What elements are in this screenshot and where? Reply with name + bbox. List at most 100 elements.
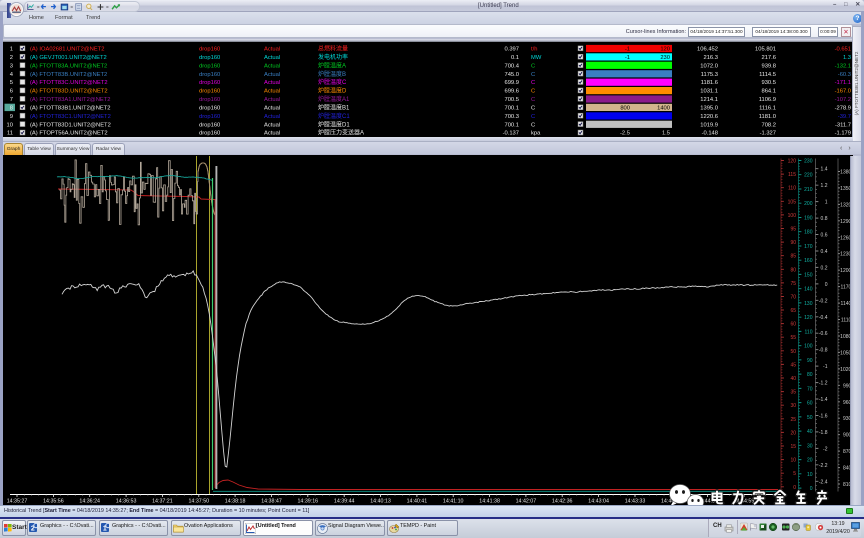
svg-text:drop160: drop160 xyxy=(199,105,220,111)
svg-text:1116.1: 1116.1 xyxy=(759,105,776,111)
svg-text:1: 1 xyxy=(10,47,13,53)
svg-text:105.801: 105.801 xyxy=(755,47,776,53)
svg-text:80: 80 xyxy=(790,267,796,273)
svg-text:C: C xyxy=(531,72,535,78)
svg-text:700.1: 700.1 xyxy=(504,122,519,128)
svg-text:0.4: 0.4 xyxy=(821,249,828,255)
svg-text:drop160: drop160 xyxy=(199,47,220,53)
svg-text:14:43:04: 14:43:04 xyxy=(588,499,609,505)
svg-text:4: 4 xyxy=(10,72,14,78)
svg-text:110: 110 xyxy=(805,329,813,335)
svg-text:100: 100 xyxy=(788,213,797,219)
svg-text:Actual: Actual xyxy=(264,72,280,78)
svg-text:-1.2: -1.2 xyxy=(819,381,828,387)
svg-text:10: 10 xyxy=(790,458,796,464)
svg-text:C: C xyxy=(531,80,535,86)
svg-text:-132.1: -132.1 xyxy=(835,63,851,69)
svg-text:C: C xyxy=(531,63,535,69)
svg-text:drop160: drop160 xyxy=(199,72,220,78)
svg-text:drop160: drop160 xyxy=(199,80,220,86)
svg-text:210: 210 xyxy=(804,187,813,193)
svg-text:发电机功率: 发电机功率 xyxy=(318,53,348,61)
svg-text:t/h: t/h xyxy=(531,47,537,53)
svg-text:Actual: Actual xyxy=(264,114,280,120)
svg-text:105: 105 xyxy=(788,199,797,205)
svg-text:(A) FTOTT83A1.UNIT2@NET2: (A) FTOTT83A1.UNIT2@NET2 xyxy=(30,97,111,103)
svg-text:170: 170 xyxy=(804,244,813,250)
svg-text:炉膛温度C: 炉膛温度C xyxy=(318,78,347,86)
svg-text:745.0: 745.0 xyxy=(504,72,519,78)
svg-text:(A) FTOTT83A.UNIT2@NET2: (A) FTOTT83A.UNIT2@NET2 xyxy=(30,63,107,69)
svg-text:10: 10 xyxy=(7,122,13,128)
svg-text:drop160: drop160 xyxy=(199,55,220,61)
svg-text:drop160: drop160 xyxy=(199,122,220,128)
svg-text:drop160: drop160 xyxy=(199,114,220,120)
svg-text:-2.4: -2.4 xyxy=(819,479,828,485)
svg-text:14:39:16: 14:39:16 xyxy=(297,499,318,505)
svg-text:110: 110 xyxy=(788,186,796,192)
svg-text:60: 60 xyxy=(807,401,813,407)
svg-text:20: 20 xyxy=(790,430,796,436)
svg-text:Actual: Actual xyxy=(264,122,280,128)
svg-text:C: C xyxy=(531,97,535,103)
svg-text:-1: -1 xyxy=(625,47,630,53)
svg-text:1031.1: 1031.1 xyxy=(700,89,718,95)
svg-text:2: 2 xyxy=(10,55,13,61)
svg-text:总燃料流量: 总燃料流量 xyxy=(318,45,348,53)
svg-text:55: 55 xyxy=(790,335,796,341)
svg-text:14:38:18: 14:38:18 xyxy=(225,499,246,505)
svg-text:C: C xyxy=(531,105,535,111)
svg-text:20: 20 xyxy=(807,458,813,464)
svg-text:7: 7 xyxy=(10,97,13,103)
svg-text:-0.8: -0.8 xyxy=(819,348,828,354)
svg-text:700.3: 700.3 xyxy=(504,114,519,120)
svg-text:864.1: 864.1 xyxy=(761,89,776,95)
svg-text:1106.9: 1106.9 xyxy=(759,97,776,103)
svg-text:90: 90 xyxy=(807,358,813,364)
svg-text:1.2: 1.2 xyxy=(821,183,828,189)
svg-text:217.6: 217.6 xyxy=(761,55,776,61)
svg-text:200: 200 xyxy=(804,201,813,207)
svg-text:30: 30 xyxy=(790,403,796,409)
svg-text:14:36:53: 14:36:53 xyxy=(116,499,137,505)
svg-text:106.452: 106.452 xyxy=(697,47,718,53)
svg-text:(A) FTOTT83B.UNIT2@NET2: (A) FTOTT83B.UNIT2@NET2 xyxy=(30,72,107,78)
svg-text:14:43:33: 14:43:33 xyxy=(625,499,646,505)
svg-text:14:40:41: 14:40:41 xyxy=(407,499,428,505)
svg-text:-107.2: -107.2 xyxy=(835,97,851,103)
svg-text:3: 3 xyxy=(10,63,13,69)
svg-text:150: 150 xyxy=(804,272,813,278)
svg-text:C: C xyxy=(531,122,535,128)
svg-text:-0.6: -0.6 xyxy=(819,331,828,337)
svg-text:130: 130 xyxy=(804,301,813,307)
svg-text:939.8: 939.8 xyxy=(761,63,776,69)
svg-text:35: 35 xyxy=(790,390,796,396)
svg-text:Actual: Actual xyxy=(264,55,280,61)
svg-text:(A) FTOTT83C1.UNIT2@NET2: (A) FTOTT83C1.UNIT2@NET2 xyxy=(30,114,111,120)
svg-text:-171.1: -171.1 xyxy=(835,80,851,86)
svg-text:5: 5 xyxy=(10,80,13,86)
svg-text:8: 8 xyxy=(10,105,13,111)
svg-text:230: 230 xyxy=(804,159,813,165)
svg-text:Actual: Actual xyxy=(264,47,280,53)
svg-text:25: 25 xyxy=(790,417,796,423)
svg-text:1072.0: 1072.0 xyxy=(700,63,718,69)
svg-text:70: 70 xyxy=(790,295,796,301)
svg-text:1.4: 1.4 xyxy=(821,167,828,173)
svg-text:Actual: Actual xyxy=(264,63,280,69)
svg-text:115: 115 xyxy=(788,172,796,178)
svg-text:-1.8: -1.8 xyxy=(819,430,828,436)
svg-text:1175.3: 1175.3 xyxy=(701,72,718,78)
svg-text:100: 100 xyxy=(804,344,813,350)
svg-text:90: 90 xyxy=(790,240,796,246)
svg-text:14:36:24: 14:36:24 xyxy=(79,499,100,505)
svg-text:10: 10 xyxy=(807,472,813,478)
svg-text:-39.7: -39.7 xyxy=(838,114,851,120)
svg-text:50: 50 xyxy=(790,349,796,355)
svg-text:5: 5 xyxy=(793,471,796,477)
svg-text:炉膛温度D1: 炉膛温度D1 xyxy=(318,120,350,128)
svg-text:6: 6 xyxy=(10,89,13,95)
svg-text:(A) FTOTT83C.UNIT2@NET2: (A) FTOTT83C.UNIT2@NET2 xyxy=(30,80,108,86)
svg-text:-1: -1 xyxy=(823,364,828,370)
svg-text:(A) FTOTT83D1.UNIT2@NET2: (A) FTOTT83D1.UNIT2@NET2 xyxy=(30,122,111,128)
